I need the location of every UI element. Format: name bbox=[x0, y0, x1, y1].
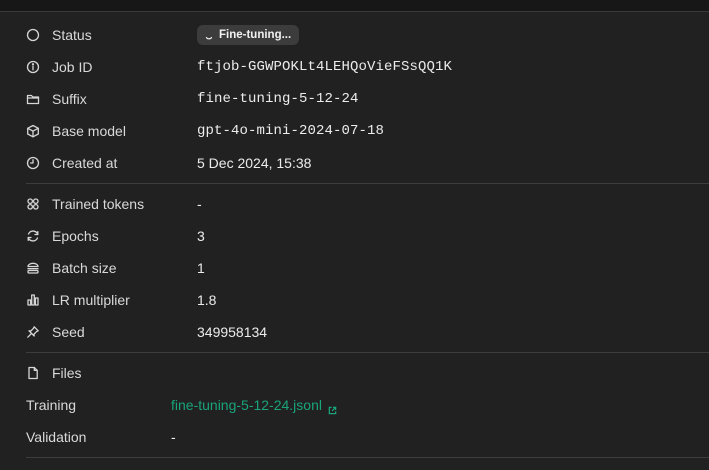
seed-row: Seed 349958134 bbox=[0, 316, 709, 348]
base-model-row: Base model gpt-4o-mini-2024-07-18 bbox=[0, 115, 709, 147]
top-border bbox=[0, 0, 709, 12]
tokens-icon bbox=[26, 197, 40, 211]
created-at-label: Created at bbox=[52, 155, 118, 171]
seed-value: 349958134 bbox=[197, 324, 268, 340]
refresh-icon bbox=[26, 229, 40, 243]
batch-size-value: 1 bbox=[197, 260, 205, 276]
folder-icon bbox=[26, 92, 40, 106]
spinner-icon bbox=[205, 31, 213, 40]
lr-multiplier-row: LR multiplier 1.8 bbox=[0, 284, 709, 316]
job-id-label: Job ID bbox=[52, 59, 93, 75]
trained-tokens-value: - bbox=[197, 196, 202, 212]
file-icon bbox=[26, 366, 40, 380]
seed-label: Seed bbox=[52, 324, 85, 340]
lr-multiplier-label: LR multiplier bbox=[52, 292, 130, 308]
divider bbox=[26, 352, 709, 353]
trained-tokens-label: Trained tokens bbox=[52, 196, 145, 212]
base-model-value: gpt-4o-mini-2024-07-18 bbox=[197, 123, 385, 139]
divider bbox=[26, 183, 709, 184]
suffix-label: Suffix bbox=[52, 91, 87, 107]
validation-row: Validation - bbox=[0, 421, 709, 453]
status-badge: Fine-tuning... bbox=[197, 25, 299, 45]
suffix-value: fine-tuning-5-12-24 bbox=[197, 91, 359, 107]
status-label: Status bbox=[52, 27, 92, 43]
suffix-row: Suffix fine-tuning-5-12-24 bbox=[0, 83, 709, 115]
status-circle-icon bbox=[26, 28, 40, 42]
divider bbox=[26, 457, 709, 458]
status-badge-text: Fine-tuning... bbox=[219, 29, 292, 41]
files-row: Files bbox=[0, 357, 709, 389]
created-at-value: 5 Dec 2024, 15:38 bbox=[197, 155, 312, 171]
batch-size-label: Batch size bbox=[52, 260, 117, 276]
validation-value: - bbox=[171, 429, 176, 445]
info-icon bbox=[26, 60, 40, 74]
job-id-row: Job ID ftjob-GGWPOKLt4LEHQoVieFSsQQ1K bbox=[0, 51, 709, 83]
base-model-label: Base model bbox=[52, 123, 126, 139]
job-id-value: ftjob-GGWPOKLt4LEHQoVieFSsQQ1K bbox=[197, 59, 453, 75]
epochs-label: Epochs bbox=[52, 228, 99, 244]
trained-tokens-row: Trained tokens - bbox=[0, 188, 709, 220]
training-file-link[interactable]: fine-tuning-5-12-24.jsonl bbox=[171, 397, 337, 415]
bar-chart-icon bbox=[26, 293, 40, 307]
batch-icon bbox=[26, 261, 40, 275]
files-title: Files bbox=[52, 365, 82, 381]
training-label: Training bbox=[26, 397, 77, 413]
training-file-name[interactable]: fine-tuning-5-12-24.jsonl bbox=[171, 397, 322, 413]
epochs-value: 3 bbox=[197, 228, 205, 244]
batch-size-row: Batch size 1 bbox=[0, 252, 709, 284]
clock-icon bbox=[26, 156, 40, 170]
lr-multiplier-value: 1.8 bbox=[197, 292, 217, 308]
epochs-row: Epochs 3 bbox=[0, 220, 709, 252]
training-row: Training fine-tuning-5-12-24.jsonl bbox=[0, 389, 709, 421]
pin-icon bbox=[26, 325, 40, 339]
cube-icon bbox=[26, 124, 40, 138]
validation-label: Validation bbox=[26, 429, 87, 445]
status-row: Status bbox=[0, 19, 709, 51]
external-link-icon[interactable] bbox=[328, 402, 337, 415]
created-at-row: Created at 5 Dec 2024, 15:38 bbox=[0, 147, 709, 179]
